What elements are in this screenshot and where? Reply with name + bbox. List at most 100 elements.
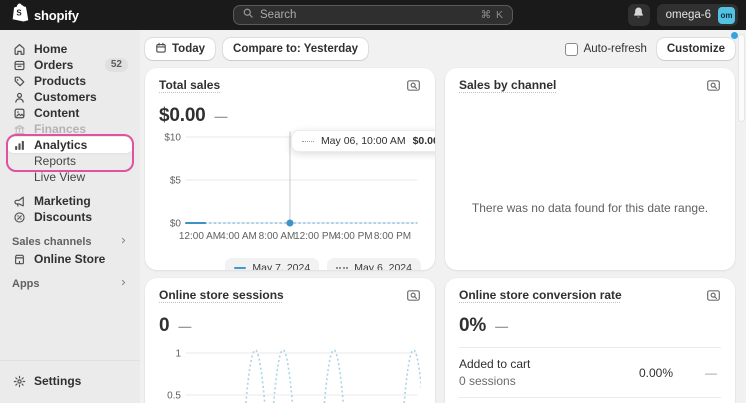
- sidebar-item-orders[interactable]: Orders 52: [6, 57, 134, 73]
- card-title[interactable]: Sales by channel: [459, 78, 556, 92]
- sales-channels-section[interactable]: Sales channels: [6, 235, 134, 249]
- calendar-icon: [155, 42, 167, 57]
- sidebar-item-customers[interactable]: Customers: [6, 89, 134, 105]
- sidebar-item-analytics[interactable]: Analytics: [6, 137, 134, 153]
- customize-button[interactable]: Customize: [656, 32, 738, 60]
- legend-current[interactable]: May 7, 2024: [225, 258, 320, 270]
- date-range-label: Today: [172, 43, 206, 55]
- sidebar: Home Orders 52 Products Customers Conten…: [0, 30, 140, 403]
- avatar: om: [718, 6, 735, 24]
- date-range-button[interactable]: Today: [145, 38, 216, 60]
- svg-text:4:00 PM: 4:00 PM: [335, 231, 372, 242]
- sessions-chart[interactable]: 1 0.5: [159, 341, 424, 403]
- search-shortcut: ⌘ K: [480, 9, 504, 21]
- svg-text:1: 1: [175, 349, 181, 360]
- search-placeholder: Search: [260, 9, 297, 21]
- chevron-right-icon: [119, 236, 128, 248]
- sidebar-item-label: Discounts: [34, 210, 93, 224]
- notifications-button[interactable]: [627, 4, 650, 26]
- card-title[interactable]: Online store sessions: [159, 288, 284, 302]
- sidebar-item-products[interactable]: Products: [6, 73, 134, 89]
- sidebar-item-label: Live View: [34, 170, 86, 184]
- search-icon: [242, 6, 254, 24]
- conversion-row-added-to-cart[interactable]: Added to cart 0 sessions 0.00% —: [459, 347, 721, 397]
- sidebar-item-label: Reports: [34, 154, 77, 168]
- main-content: Today Compare to: Yesterday Auto-refresh…: [140, 30, 746, 403]
- orders-count-badge: 52: [104, 58, 128, 72]
- svg-text:8:00 AM: 8:00 AM: [259, 231, 296, 242]
- sidebar-item-finances[interactable]: Finances: [6, 121, 134, 137]
- sidebar-item-label: Customers: [34, 90, 97, 104]
- scrollbar-thumb[interactable]: [738, 34, 745, 122]
- auto-refresh-label: Auto-refresh: [583, 43, 647, 55]
- tooltip-time: May 06, 10:00 AM: [320, 135, 406, 147]
- sidebar-item-label: Online Store: [34, 252, 106, 266]
- sidebar-item-live-view[interactable]: Live View: [6, 169, 134, 185]
- svg-text:$10: $10: [164, 133, 181, 144]
- discount-icon: [12, 210, 26, 224]
- conversion-row-reached-checkout[interactable]: Reached checkout 0 sessions 0.00% —: [459, 397, 721, 403]
- sidebar-item-settings[interactable]: Settings: [6, 373, 134, 389]
- sidebar-item-label: Orders: [34, 58, 74, 72]
- sales-by-channel-card: Sales by channel There was no data found…: [445, 68, 735, 270]
- user-name: omega-6: [665, 9, 711, 21]
- shopify-admin-page: S shopify Search ⌘ K omega-6 om Home Ord…: [0, 0, 746, 403]
- svg-text:S: S: [16, 9, 22, 18]
- total-sales-chart[interactable]: $10 $5 $0 12:00 AM 4:00 AM 8:00 AM 12:00 PM 4:0…: [159, 130, 435, 254]
- svg-text:12:00 AM: 12:00 AM: [179, 231, 221, 242]
- user-menu[interactable]: omega-6 om: [656, 4, 738, 26]
- sidebar-item-online-store[interactable]: Online Store: [6, 251, 134, 267]
- sidebar-item-home[interactable]: Home: [6, 41, 134, 57]
- apps-section[interactable]: Apps: [6, 277, 134, 291]
- sidebar-item-label: Finances: [34, 122, 87, 136]
- sidebar-item-label: Home: [34, 42, 68, 56]
- view-report-icon[interactable]: [706, 78, 721, 98]
- storefront-icon: [12, 252, 26, 266]
- dashboard-toolbar: Today Compare to: Yesterday Auto-refresh…: [145, 32, 738, 60]
- sidebar-item-reports[interactable]: Reports: [6, 153, 134, 169]
- auto-refresh-toggle[interactable]: Auto-refresh: [564, 42, 647, 56]
- section-label: Apps: [12, 278, 40, 290]
- total-sales-delta: —: [214, 108, 228, 124]
- tag-icon: [12, 74, 26, 88]
- sidebar-item-discounts[interactable]: Discounts: [6, 209, 134, 225]
- sidebar-item-label: Products: [34, 74, 87, 88]
- sidebar-item-label: Analytics: [34, 138, 88, 152]
- card-title[interactable]: Total sales: [159, 78, 220, 92]
- view-report-icon[interactable]: [406, 78, 421, 98]
- sidebar-nav: Home Orders 52 Products Customers Conten…: [0, 30, 140, 291]
- dotted-line-icon: [336, 266, 349, 269]
- tooltip-value: $0.00: [412, 135, 435, 147]
- row-rate: 0.00%: [638, 365, 673, 380]
- svg-text:$0: $0: [170, 219, 182, 230]
- compare-to-button[interactable]: Compare to: Yesterday: [223, 38, 369, 60]
- shopify-wordmark: shopify: [34, 7, 79, 23]
- metrics-grid: Total sales $0.00 — $10 $5 $0 12:00 AM 4:00 …: [145, 68, 735, 403]
- sessions-delta: —: [178, 318, 192, 334]
- customize-notification-dot: [731, 32, 738, 39]
- legend-compare[interactable]: May 6, 2024: [327, 258, 421, 270]
- svg-text:4:00 AM: 4:00 AM: [220, 231, 257, 242]
- empty-state-text: There was no data found for this date ra…: [471, 200, 709, 215]
- person-icon: [12, 90, 26, 104]
- sidebar-item-content[interactable]: Content: [6, 105, 134, 121]
- card-title[interactable]: Online store conversion rate: [459, 288, 622, 302]
- view-report-icon[interactable]: [406, 288, 421, 308]
- sidebar-item-marketing[interactable]: Marketing: [6, 193, 134, 209]
- auto-refresh-checkbox[interactable]: [564, 42, 578, 56]
- sidebar-item-label: Content: [34, 106, 80, 120]
- conversion-breakdown: Added to cart 0 sessions 0.00% — Reached…: [459, 347, 721, 403]
- shopify-logo[interactable]: S shopify: [8, 3, 83, 27]
- sidebar-item-label: Marketing: [34, 194, 91, 208]
- row-sessions: 0 sessions: [459, 374, 516, 388]
- conversion-delta: —: [495, 318, 509, 334]
- settings-bar: Settings: [0, 360, 140, 403]
- svg-text:$5: $5: [170, 176, 182, 187]
- legend-label: May 6, 2024: [354, 261, 412, 271]
- global-search[interactable]: Search ⌘ K: [233, 5, 513, 25]
- home-icon: [12, 42, 26, 56]
- row-delta: —: [705, 365, 717, 380]
- svg-text:12:00 PM: 12:00 PM: [294, 231, 337, 242]
- megaphone-icon: [12, 194, 26, 208]
- view-report-icon[interactable]: [706, 288, 721, 308]
